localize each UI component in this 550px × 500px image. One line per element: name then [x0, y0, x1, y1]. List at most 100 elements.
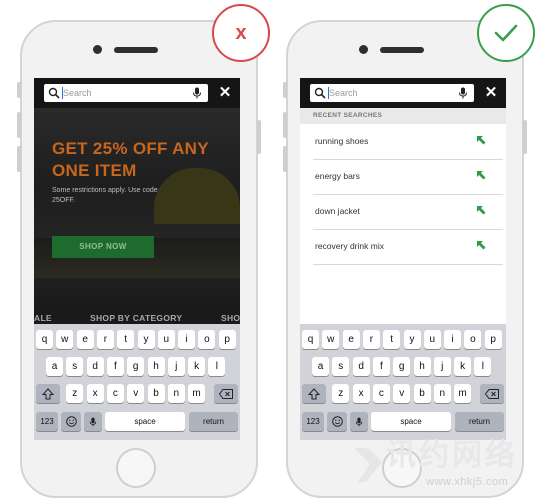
microphone-icon[interactable] — [458, 87, 468, 99]
key[interactable]: q — [302, 330, 319, 349]
category-current[interactable]: SHOP BY CATEGORY — [90, 313, 182, 323]
return-key[interactable]: return — [455, 412, 504, 431]
emoji-key[interactable] — [61, 412, 81, 431]
key[interactable]: d — [86, 357, 104, 376]
key[interactable]: p — [218, 330, 236, 349]
keyboard-row-4: 123 space return — [34, 412, 240, 432]
watermark-url: www.xhkj5.com — [426, 476, 509, 488]
return-key[interactable]: return — [189, 412, 238, 431]
key[interactable]: z — [332, 384, 350, 403]
key[interactable]: t — [383, 330, 401, 349]
close-icon[interactable]: ✕ — [484, 85, 498, 101]
key[interactable]: h — [413, 357, 431, 376]
dictation-key[interactable] — [84, 412, 102, 431]
key[interactable]: y — [403, 330, 421, 349]
key[interactable]: b — [147, 384, 165, 403]
key[interactable]: b — [413, 384, 431, 403]
key[interactable]: f — [106, 357, 124, 376]
delete-icon — [484, 388, 499, 399]
numbers-key[interactable]: 123 — [36, 412, 58, 431]
key[interactable]: w — [56, 330, 74, 349]
key[interactable]: p — [484, 330, 502, 349]
keyboard-row-2: a s d f g h j k l — [300, 357, 506, 377]
key[interactable]: h — [147, 357, 165, 376]
recent-search-item[interactable]: running shoes — [313, 125, 503, 160]
promo-subtext: Some restrictions apply. Use code 25OFF. — [52, 187, 158, 204]
key[interactable]: o — [464, 330, 482, 349]
shop-now-button[interactable]: SHOP NOW — [52, 236, 154, 258]
home-button[interactable] — [116, 448, 156, 488]
key[interactable]: n — [433, 384, 451, 403]
key[interactable]: v — [127, 384, 145, 403]
volume-button — [283, 112, 287, 138]
shift-key[interactable] — [36, 384, 60, 403]
key[interactable]: a — [46, 357, 63, 376]
recent-search-label: running shoes — [315, 136, 369, 146]
key[interactable]: g — [127, 357, 145, 376]
watermark-logo-icon — [354, 448, 382, 482]
key[interactable]: c — [372, 384, 390, 403]
key[interactable]: r — [96, 330, 114, 349]
volume-button — [17, 82, 21, 98]
key[interactable]: j — [167, 357, 185, 376]
recent-search-item[interactable]: energy bars — [313, 160, 503, 195]
key[interactable]: t — [117, 330, 135, 349]
key[interactable]: e — [76, 330, 94, 349]
key[interactable]: k — [188, 357, 206, 376]
delete-key[interactable] — [480, 384, 504, 403]
key[interactable]: s — [66, 357, 84, 376]
key[interactable]: o — [198, 330, 216, 349]
category-prev[interactable]: ALE — [34, 313, 52, 323]
key[interactable]: z — [66, 384, 84, 403]
search-input[interactable]: Search — [310, 84, 474, 102]
key[interactable]: f — [372, 357, 390, 376]
keyboard: q w e r t y u i o p a s d f g h j k l z … — [300, 324, 506, 440]
key[interactable]: y — [137, 330, 155, 349]
key[interactable]: w — [322, 330, 340, 349]
key[interactable]: c — [106, 384, 124, 403]
key[interactable]: i — [178, 330, 196, 349]
key[interactable]: n — [167, 384, 185, 403]
key[interactable]: s — [332, 357, 350, 376]
arrow-up-left-icon[interactable] — [475, 239, 487, 251]
numbers-key[interactable]: 123 — [302, 412, 324, 431]
key[interactable]: x — [352, 384, 370, 403]
key[interactable]: u — [423, 330, 441, 349]
key[interactable]: g — [393, 357, 411, 376]
key[interactable]: q — [36, 330, 53, 349]
key[interactable]: e — [342, 330, 360, 349]
key[interactable]: m — [454, 384, 472, 403]
arrow-up-left-icon[interactable] — [475, 134, 487, 146]
keyboard-row-4: 123 space return — [300, 412, 506, 432]
key[interactable]: k — [454, 357, 472, 376]
arrow-up-left-icon[interactable] — [475, 169, 487, 181]
recent-search-item[interactable]: down jacket — [313, 195, 503, 230]
arrow-up-left-icon[interactable] — [475, 204, 487, 216]
key[interactable]: m — [188, 384, 206, 403]
key[interactable]: j — [433, 357, 451, 376]
shift-key[interactable] — [302, 384, 326, 403]
key[interactable]: i — [444, 330, 462, 349]
key[interactable]: a — [312, 357, 329, 376]
watermark-text: 讯约网络 — [386, 439, 518, 472]
volume-button — [17, 112, 21, 138]
recent-search-label: energy bars — [315, 171, 360, 181]
category-next[interactable]: SHO — [221, 313, 240, 323]
search-input[interactable]: Search — [44, 84, 208, 102]
key[interactable]: d — [352, 357, 370, 376]
microphone-icon[interactable] — [192, 87, 202, 99]
search-placeholder: Search — [63, 88, 92, 98]
key[interactable]: l — [208, 357, 226, 376]
key[interactable]: l — [474, 357, 492, 376]
key[interactable]: x — [86, 384, 104, 403]
key[interactable]: v — [393, 384, 411, 403]
recent-search-item[interactable]: recovery drink mix — [313, 230, 503, 265]
key[interactable]: r — [362, 330, 380, 349]
key[interactable]: u — [157, 330, 175, 349]
emoji-key[interactable] — [327, 412, 347, 431]
space-key[interactable]: space — [105, 412, 185, 431]
close-icon[interactable]: ✕ — [218, 85, 232, 101]
space-key[interactable]: space — [371, 412, 451, 431]
dictation-key[interactable] — [350, 412, 368, 431]
delete-key[interactable] — [214, 384, 238, 403]
